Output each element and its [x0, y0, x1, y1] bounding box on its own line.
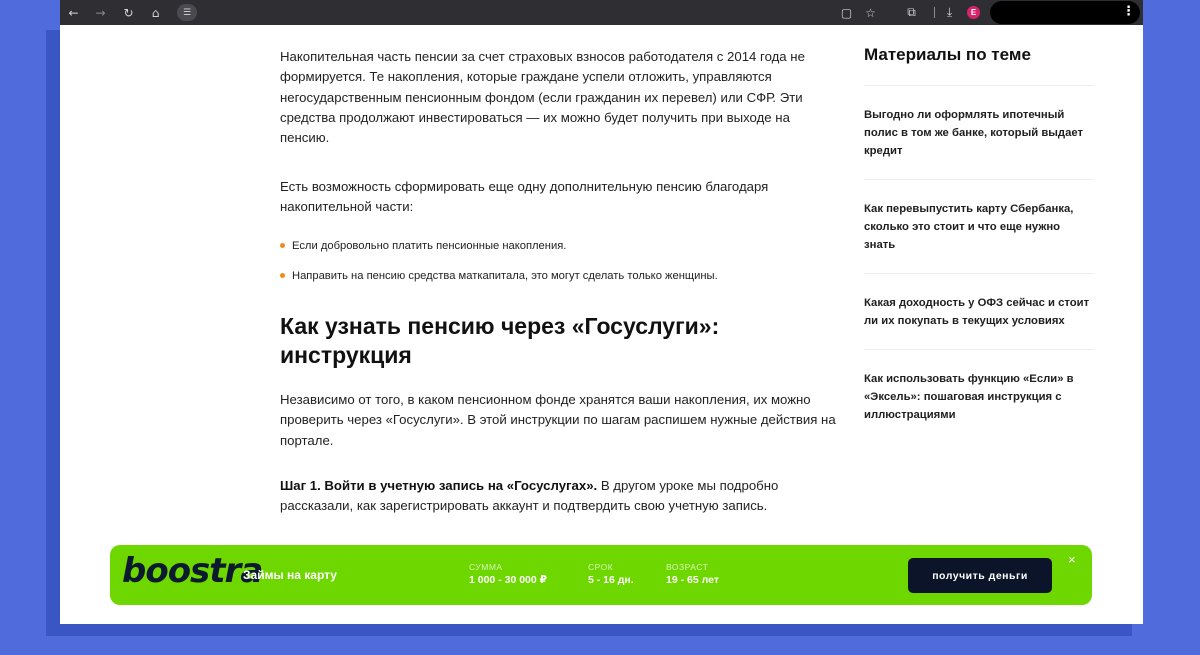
banner-tagline: Займы на карту	[243, 568, 337, 582]
reload-icon[interactable]: ↻	[120, 4, 137, 21]
redacted-address-area	[990, 1, 1140, 24]
bullet-dot-icon	[280, 243, 285, 248]
forward-icon[interactable]: →	[92, 4, 109, 21]
get-money-button[interactable]: получить деньги	[908, 558, 1052, 593]
ad-banner[interactable]: boostra Займы на карту СУММА 1 000 - 30 …	[110, 545, 1092, 605]
list-item: Направить на пенсию средства маткапитала…	[280, 269, 718, 283]
boostra-logo: boostra	[122, 551, 263, 591]
age-stat: ВОЗРАСТ 19 - 65 лет	[666, 562, 719, 586]
related-link[interactable]: Выгодно ли оформлять ипотечный полис в т…	[864, 86, 1094, 180]
related-link[interactable]: Какая доходность у ОФЗ сейчас и стоит ли…	[864, 274, 1094, 350]
article-paragraph: Есть возможность сформировать еще одну д…	[280, 179, 769, 215]
section-heading: Как узнать пенсию через «Госуслуги»: инс…	[280, 313, 720, 368]
related-link[interactable]: Как использовать функцию «Если» в «Эксел…	[864, 350, 1094, 443]
step-paragraph: Шаг 1. Войти в учетную запись на «Госусл…	[280, 478, 779, 514]
bullet-dot-icon	[280, 273, 285, 278]
step-title: Шаг 1. Войти в учетную запись на «Госусл…	[280, 478, 598, 493]
reading-mode-icon[interactable]: ▢	[838, 4, 855, 21]
bookmark-star-icon[interactable]: ☆	[862, 4, 879, 21]
sum-stat: СУММА 1 000 - 30 000 ₽	[469, 562, 547, 586]
article-paragraph: Накопительная часть пенсии за счет страх…	[280, 49, 805, 146]
toolbar-divider	[934, 7, 935, 18]
list-item: Если добровольно платить пенсионные нако…	[280, 239, 718, 253]
browser-menu-icon[interactable]: ⋮	[1122, 3, 1135, 19]
site-settings-icon[interactable]: ☰	[177, 4, 197, 21]
browser-window: ← → ↻ ⌂ ☰ ▢ ☆ ⧉ ⤓ E ⋮ Накопительная част…	[60, 0, 1143, 624]
related-materials: Материалы по теме Выгодно ли оформлять и…	[864, 44, 1094, 443]
close-banner-icon[interactable]: ×	[1068, 553, 1076, 566]
download-icon[interactable]: ⤓	[941, 4, 958, 21]
browser-toolbar: ← → ↻ ⌂ ☰ ▢ ☆ ⧉ ⤓ E ⋮	[60, 0, 1143, 25]
term-stat: СРОК 5 - 16 дн.	[588, 562, 634, 586]
bullet-list: Если добровольно платить пенсионные нако…	[280, 239, 718, 283]
extensions-icon[interactable]: ⧉	[903, 4, 920, 21]
article-paragraph: Независимо от того, в каком пенсионном ф…	[280, 392, 836, 448]
related-title: Материалы по теме	[864, 44, 1094, 86]
related-link[interactable]: Как перевыпустить карту Сбербанка, сколь…	[864, 180, 1094, 274]
profile-avatar[interactable]: E	[967, 6, 980, 19]
home-icon[interactable]: ⌂	[147, 4, 164, 21]
back-icon[interactable]: ←	[65, 4, 82, 21]
